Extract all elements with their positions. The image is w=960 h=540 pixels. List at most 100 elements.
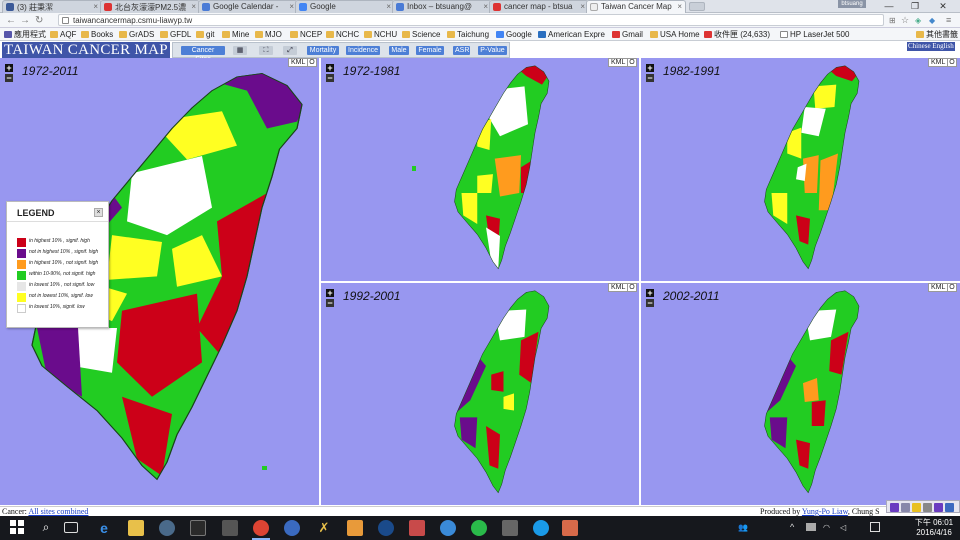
zoom-in-icon[interactable]: + bbox=[646, 64, 654, 73]
cloud-icon[interactable] bbox=[440, 520, 456, 536]
options-button[interactable]: O bbox=[627, 58, 637, 67]
console-icon[interactable] bbox=[222, 520, 238, 536]
taiwan-choropleth-map[interactable] bbox=[451, 64, 556, 279]
reload-icon[interactable]: ↻ bbox=[35, 14, 43, 27]
bookmark-link[interactable]: 收件匣 (24,633) bbox=[704, 29, 770, 40]
back-icon[interactable]: ← bbox=[6, 14, 16, 27]
ime-settings-icon[interactable] bbox=[901, 503, 910, 512]
map-panel-1992-2001[interactable]: + − 1992-2001 KML O bbox=[321, 283, 639, 505]
fullscreen-button[interactable]: ⛶ bbox=[259, 46, 273, 55]
bookmark-link[interactable]: Google bbox=[496, 29, 532, 40]
zoom-out-icon[interactable]: − bbox=[326, 299, 334, 308]
map-panel-1972-2011[interactable]: + − 1972-2011 KML O LEGEND × in highest … bbox=[0, 58, 319, 505]
female-button[interactable]: Female bbox=[416, 46, 444, 55]
incidence-button[interactable]: Incidence bbox=[346, 46, 380, 55]
kml-button[interactable]: KML bbox=[288, 58, 309, 67]
forward-icon[interactable]: → bbox=[20, 14, 30, 27]
new-tab-button[interactable] bbox=[689, 2, 705, 11]
options-button[interactable]: O bbox=[947, 283, 957, 292]
ime-gear-icon[interactable] bbox=[923, 503, 932, 512]
zoom-in-icon[interactable]: + bbox=[326, 289, 334, 298]
browser-tab-active[interactable]: Taiwan Cancer Map × bbox=[586, 0, 686, 13]
options-button[interactable]: O bbox=[947, 58, 957, 67]
minimize-button[interactable]: — bbox=[876, 0, 902, 12]
folder-app-icon[interactable] bbox=[347, 520, 363, 536]
windows-start-icon[interactable] bbox=[10, 520, 26, 536]
notification-icon[interactable] bbox=[870, 522, 880, 532]
cancer-site-link[interactable]: All sites combined bbox=[28, 507, 88, 516]
steam-icon[interactable] bbox=[159, 520, 175, 536]
profile-badge[interactable]: btsuang bbox=[838, 0, 866, 8]
bookmark-folder[interactable]: git bbox=[196, 29, 214, 40]
bookmark-folder[interactable]: Mine bbox=[222, 29, 249, 40]
extension-icon[interactable]: ◈ bbox=[915, 14, 921, 27]
bookmark-link[interactable]: HP LaserJet 500 bbox=[780, 29, 849, 40]
browser-tab[interactable]: Google Calendar - × bbox=[198, 0, 298, 13]
tool-icon[interactable]: ✗ bbox=[316, 520, 332, 536]
cancer-sites-button[interactable]: Cancer Sites bbox=[181, 46, 225, 63]
bookmark-folder[interactable]: NCEP bbox=[290, 29, 322, 40]
kml-button[interactable]: KML bbox=[608, 58, 629, 67]
bookmark-folder[interactable]: AQF bbox=[50, 29, 76, 40]
bookmark-folder[interactable]: GrADS bbox=[119, 29, 154, 40]
bookmark-folder[interactable]: Science bbox=[402, 29, 440, 40]
kml-button[interactable]: KML bbox=[928, 58, 949, 67]
taiwan-choropleth-map[interactable] bbox=[761, 64, 866, 279]
terminal-icon[interactable] bbox=[190, 520, 206, 536]
zoom-in-icon[interactable]: + bbox=[326, 64, 334, 73]
bookmark-folder[interactable]: Taichung bbox=[447, 29, 489, 40]
asr-button[interactable]: ASR bbox=[453, 46, 470, 55]
bookmark-folder[interactable]: MJO bbox=[255, 29, 282, 40]
vpn-icon[interactable] bbox=[284, 520, 300, 536]
close-tab-icon[interactable]: × bbox=[386, 2, 391, 11]
author-link[interactable]: Yung-Po Liaw bbox=[802, 507, 848, 516]
ime-help-icon[interactable] bbox=[945, 503, 954, 512]
mortality-button[interactable]: Mortality bbox=[307, 46, 339, 55]
ime-mode-icon[interactable] bbox=[890, 503, 899, 512]
tray-wifi-icon[interactable]: ◠ bbox=[823, 523, 830, 532]
close-tab-icon[interactable]: × bbox=[580, 2, 585, 11]
taiwan-choropleth-map[interactable] bbox=[451, 289, 556, 503]
browser-tab[interactable]: Inbox – btsuang@ × bbox=[392, 0, 492, 13]
options-button[interactable]: O bbox=[307, 58, 317, 67]
p-value-button[interactable]: P-Value bbox=[478, 46, 507, 55]
map-panel-2002-2011[interactable]: + − 2002-2011 KML O bbox=[641, 283, 960, 505]
bookmark-folder[interactable]: Books bbox=[81, 29, 113, 40]
extension-icon[interactable]: ◆ bbox=[929, 14, 935, 27]
grid-view-button[interactable]: ▦ bbox=[233, 46, 247, 55]
close-tab-icon[interactable]: × bbox=[677, 2, 682, 11]
task-view-icon[interactable] bbox=[64, 522, 78, 533]
browser-tab[interactable]: 北台灰濛濛PM2.5濃 × bbox=[100, 0, 200, 13]
browser-tab[interactable]: cancer map - btsua × bbox=[489, 0, 589, 13]
ime-toolbar[interactable] bbox=[886, 500, 960, 513]
close-tab-icon[interactable]: × bbox=[289, 2, 294, 11]
zoom-out-icon[interactable]: − bbox=[646, 299, 654, 308]
chrome-icon[interactable] bbox=[253, 520, 269, 536]
ime-moon-icon[interactable] bbox=[912, 503, 921, 512]
edge-icon[interactable]: e bbox=[96, 520, 112, 536]
system-clock[interactable]: 下午 06:01 2016/4/16 bbox=[913, 518, 955, 538]
tray-chevron-icon[interactable]: ^ bbox=[790, 522, 794, 532]
browser-tab[interactable]: (3) 莊秉潔 × bbox=[2, 0, 102, 13]
close-tab-icon[interactable]: × bbox=[191, 2, 196, 11]
zoom-out-icon[interactable]: − bbox=[646, 74, 654, 83]
browser-tab[interactable]: Google × bbox=[295, 0, 395, 13]
legend-close-button[interactable]: × bbox=[94, 208, 103, 217]
maximize-button[interactable]: ❐ bbox=[902, 0, 928, 12]
bookmark-other-folder[interactable]: 其他書籤 bbox=[916, 29, 958, 40]
calculator-icon[interactable] bbox=[409, 520, 425, 536]
expand-button[interactable]: ⤢ bbox=[283, 46, 297, 55]
tray-battery-icon[interactable] bbox=[806, 523, 816, 531]
ime-lang-icon[interactable] bbox=[934, 503, 943, 512]
line-icon[interactable] bbox=[471, 520, 487, 536]
map-panel-1982-1991[interactable]: + − 1982-1991 KML O bbox=[641, 58, 960, 281]
map-panel-1972-1981[interactable]: + − 1972-1981 KML O bbox=[321, 58, 639, 281]
bookmark-apps[interactable]: 應用程式 bbox=[4, 29, 46, 40]
tray-people-icon[interactable]: 👥 bbox=[738, 523, 748, 532]
taiwan-choropleth-map[interactable] bbox=[761, 289, 866, 503]
pdf-icon[interactable] bbox=[562, 520, 578, 536]
media-icon[interactable] bbox=[502, 520, 518, 536]
close-window-button[interactable]: ✕ bbox=[930, 0, 956, 12]
male-button[interactable]: Male bbox=[389, 46, 409, 55]
language-links[interactable]: Chinese English bbox=[907, 42, 955, 51]
